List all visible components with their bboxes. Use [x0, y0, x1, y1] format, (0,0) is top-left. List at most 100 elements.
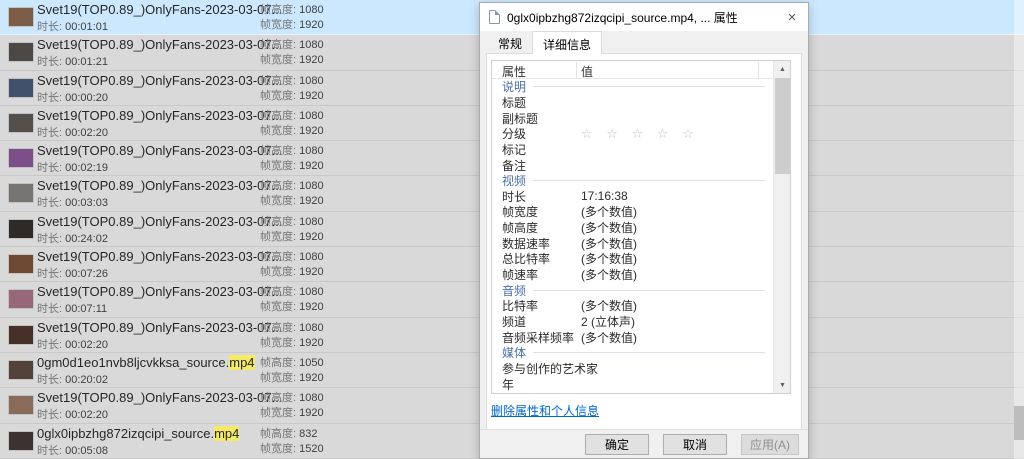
property-label: 频道: [502, 313, 526, 330]
duration-value: 00:00:20: [65, 92, 108, 104]
duration-value: 00:02:20: [65, 339, 108, 351]
table-rows: 说明 标题 副标题 分级 ☆ ☆ ☆ ☆ ☆ 标记: [492, 79, 773, 393]
duration-value: 00:24:02: [65, 233, 108, 245]
file-duration: 时长: 00:03:03: [37, 194, 108, 210]
file-duration: 时长: 00:02:20: [37, 406, 108, 422]
table-row[interactable]: 频道 2 (立体声): [492, 314, 773, 330]
column-divider: [576, 62, 577, 78]
table-row[interactable]: 副标题: [492, 110, 773, 126]
details-scrollbar-thumb[interactable]: [775, 78, 790, 174]
property-label: 帧高度: [502, 219, 538, 236]
table-row[interactable]: 音频: [492, 282, 773, 298]
ok-button[interactable]: 确定: [585, 434, 649, 455]
frame-height-label: 帧高度:: [260, 392, 296, 404]
video-thumbnail: [8, 42, 34, 62]
frame-width-label: 帧宽度:: [260, 125, 296, 137]
table-row[interactable]: 视频: [492, 173, 773, 189]
tab-general[interactable]: 常规: [488, 31, 532, 54]
table-row[interactable]: 比特率 (多个数值): [492, 298, 773, 314]
file-name-text: Svet19(TOP0.89_)OnlyFans-2023-03-07...: [37, 214, 282, 229]
file-name-text: Svet19(TOP0.89_)OnlyFans-2023-03-07...: [37, 143, 282, 158]
duration-value: 00:02:20: [65, 127, 108, 139]
property-value: (多个数值): [581, 266, 637, 283]
frame-width-value: 1920: [299, 195, 323, 207]
file-frame-info: 帧高度: 1080帧宽度: 1920: [260, 285, 324, 315]
file-name-text: Svet19(TOP0.89_)OnlyFans-2023-03-07...: [37, 320, 282, 335]
frame-width-label: 帧宽度:: [260, 301, 296, 313]
dialog-title: 0glx0ipbzhg872izqcipi_source.mp4, ... 属性: [507, 9, 738, 26]
table-row[interactable]: 年: [492, 376, 773, 392]
file-name-text: Svet19(TOP0.89_)OnlyFans-2023-03-07...: [37, 178, 282, 193]
frame-height-label: 帧高度:: [260, 75, 296, 87]
table-row[interactable]: 数据速率 (多个数值): [492, 235, 773, 251]
remove-properties-link[interactable]: 删除属性和个人信息: [491, 402, 599, 419]
file-frame-info: 帧高度: 1050帧宽度: 1920: [260, 356, 324, 386]
section-rule: [533, 290, 765, 291]
file-duration: 时长: 00:01:01: [37, 18, 108, 34]
file-frame-info: 帧高度: 1080帧宽度: 1920: [260, 179, 324, 209]
duration-label: 时长:: [37, 409, 62, 421]
file-name: 0glx0ipbzhg872izqcipi_source.mp4: [37, 426, 239, 441]
table-row[interactable]: 标题: [492, 95, 773, 111]
window-scrollbar-thumb[interactable]: [1014, 406, 1024, 440]
frame-height-value: 1080: [299, 286, 323, 298]
search-match-highlight: mp4: [214, 426, 239, 441]
file-frame-info: 帧高度: 1080帧宽度: 1920: [260, 109, 324, 139]
close-icon[interactable]: ×: [776, 3, 808, 31]
scroll-down-icon[interactable]: ▼: [774, 377, 791, 393]
frame-height-label: 帧高度:: [260, 216, 296, 228]
file-name: Svet19(TOP0.89_)OnlyFans-2023-03-07...: [37, 143, 282, 158]
tab-details[interactable]: 详细信息: [532, 31, 602, 54]
property-label: 说明: [502, 78, 526, 95]
frame-height-value: 1080: [299, 216, 323, 228]
cancel-button[interactable]: 取消: [663, 434, 727, 455]
table-row[interactable]: 音频采样频率 (多个数值): [492, 329, 773, 345]
frame-height-value: 832: [299, 428, 317, 440]
file-duration: 时长: 00:00:20: [37, 89, 108, 105]
table-row[interactable]: 帧宽度 (多个数值): [492, 204, 773, 220]
file-name: 0gm0d1eo1nvb8ljcvkksa_source.mp4: [37, 355, 255, 370]
table-row[interactable]: 备注: [492, 157, 773, 173]
file-frame-info: 帧高度: 1080帧宽度: 1920: [260, 38, 324, 68]
table-row[interactable]: 参与创作的艺术家: [492, 361, 773, 377]
details-scrollbar[interactable]: ▲ ▼: [773, 61, 790, 393]
table-header: 属性 值: [492, 61, 790, 79]
file-name-text: 0glx0ipbzhg872izqcipi_source.: [37, 426, 214, 441]
video-thumbnail: [8, 219, 34, 239]
dialog-titlebar[interactable]: 0glx0ipbzhg872izqcipi_source.mp4, ... 属性…: [480, 3, 808, 31]
property-label: 标题: [502, 94, 526, 111]
frame-height-value: 1080: [299, 392, 323, 404]
property-label: 副标题: [502, 110, 538, 127]
property-label: 标记: [502, 141, 526, 158]
frame-height-label: 帧高度:: [260, 428, 296, 440]
apply-button[interactable]: 应用(A): [741, 434, 799, 455]
tab-strip: 常规 详细信息: [488, 31, 602, 54]
property-value: 2 (立体声): [581, 313, 635, 330]
table-row[interactable]: 标记: [492, 142, 773, 158]
table-row[interactable]: 帧高度 (多个数值): [492, 220, 773, 236]
table-row[interactable]: 媒体: [492, 345, 773, 361]
scroll-up-icon[interactable]: ▲: [774, 61, 791, 77]
file-duration: 时长: 00:02:20: [37, 336, 108, 352]
frame-width-label: 帧宽度:: [260, 19, 296, 31]
property-value: 17:16:38: [581, 189, 628, 203]
property-label: 数据速率: [502, 235, 550, 252]
video-thumbnail: [8, 183, 34, 203]
property-label: 帧宽度: [502, 203, 538, 220]
file-frame-info: 帧高度: 1080帧宽度: 1920: [260, 74, 324, 104]
window-scrollbar[interactable]: [1014, 0, 1024, 459]
duration-value: 00:20:02: [65, 374, 108, 386]
duration-label: 时长:: [37, 127, 62, 139]
table-row[interactable]: 分级 ☆ ☆ ☆ ☆ ☆: [492, 126, 773, 142]
frame-width-label: 帧宽度:: [260, 54, 296, 66]
file-frame-info: 帧高度: 1080帧宽度: 1920: [260, 250, 324, 280]
frame-width-value: 1920: [299, 125, 323, 137]
duration-label: 时长:: [37, 56, 62, 68]
table-row[interactable]: 时长 17:16:38: [492, 188, 773, 204]
section-rule: [533, 86, 765, 87]
table-row[interactable]: 帧速率 (多个数值): [492, 267, 773, 283]
table-row[interactable]: 说明: [492, 79, 773, 95]
file-name-text: Svet19(TOP0.89_)OnlyFans-2023-03-07...: [37, 37, 282, 52]
frame-height-label: 帧高度:: [260, 180, 296, 192]
table-row[interactable]: 总比特率 (多个数值): [492, 251, 773, 267]
